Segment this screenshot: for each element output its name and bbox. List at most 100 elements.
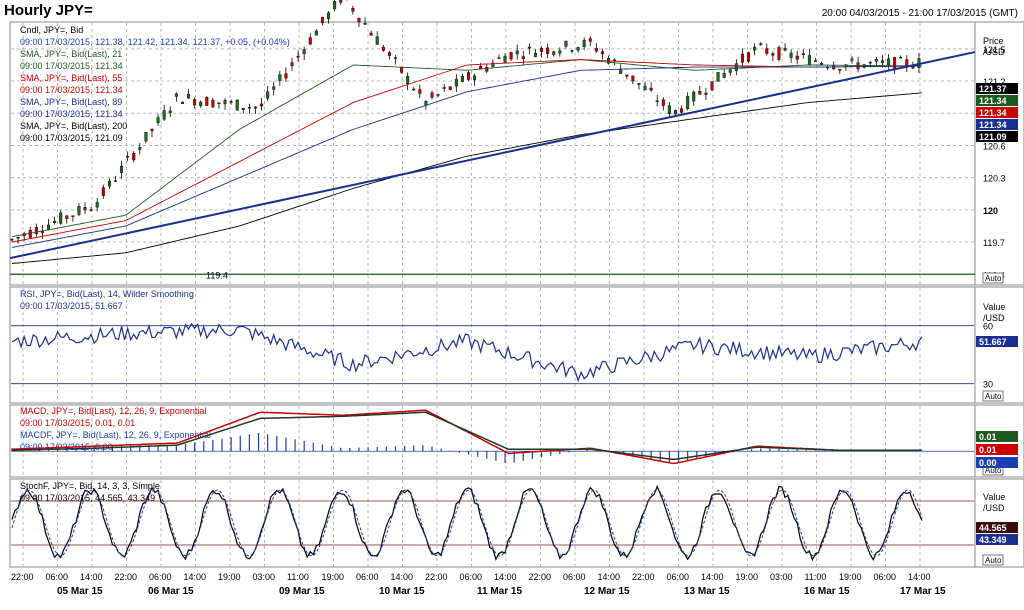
- candle-body: [217, 102, 221, 105]
- candle-body: [187, 94, 191, 99]
- rsi-axis-title: Value: [983, 302, 1005, 312]
- time-tick-label: 03:00: [770, 572, 793, 582]
- candle-body: [765, 48, 769, 54]
- time-tick-label: 19:00: [736, 572, 759, 582]
- candle-body: [467, 72, 471, 80]
- candle-body: [34, 227, 38, 235]
- candle-body: [223, 100, 227, 105]
- candle-body: [211, 99, 215, 108]
- candle-body: [156, 117, 160, 124]
- candle-body: [253, 106, 257, 109]
- candle-body: [199, 101, 203, 106]
- candle-body: [862, 64, 866, 68]
- candle-body: [375, 36, 379, 45]
- candle-body: [162, 110, 166, 120]
- time-tick-label: 22:00: [632, 572, 655, 582]
- candle-body: [637, 83, 641, 85]
- rsi-axis-unit: /USD: [983, 313, 1005, 323]
- candle-body: [460, 76, 464, 82]
- candle-body: [485, 67, 489, 72]
- candle-body: [661, 99, 665, 106]
- candle-body: [381, 46, 385, 51]
- stoch-axis-unit: /USD: [983, 503, 1005, 513]
- candle-body: [649, 87, 653, 91]
- candle-body: [418, 89, 422, 94]
- time-tick-label: 06:00: [460, 572, 483, 582]
- candle-body: [698, 91, 702, 95]
- rsi-panel: [9, 286, 1024, 404]
- date-label: 13 Mar 15: [684, 586, 730, 597]
- time-tick-label: 03:00: [253, 572, 276, 582]
- price-last-value: 121.34: [979, 96, 1007, 106]
- stoch-last-value: 43.349: [979, 535, 1007, 545]
- candle-body: [302, 49, 306, 54]
- candle-body: [515, 50, 519, 55]
- candle-body: [582, 40, 586, 47]
- candle-body: [600, 51, 604, 55]
- candle-body: [387, 52, 391, 56]
- candle-body: [174, 93, 178, 97]
- price-tick-label: 119.7: [983, 238, 1005, 248]
- candle-body: [65, 215, 69, 219]
- rsi-legend-entry: 09:00 17/03/2015, 51.667: [20, 301, 123, 311]
- candle-body: [126, 156, 130, 158]
- candle-body: [783, 47, 787, 51]
- candle-body: [594, 48, 598, 52]
- price-axis-title: Price: [983, 36, 1004, 46]
- candle-body: [680, 108, 684, 113]
- candle-body: [473, 75, 477, 80]
- candle-body: [83, 207, 87, 211]
- time-tick-label: 19:00: [322, 572, 345, 582]
- candle-body: [266, 91, 270, 99]
- candle-body: [667, 105, 671, 114]
- candle-body: [290, 62, 294, 67]
- candle-body: [771, 53, 775, 56]
- candle-body: [795, 55, 799, 60]
- candle-body: [442, 87, 446, 89]
- price-legend-entry: 09:00 17/03/2015, 121.09: [20, 133, 123, 143]
- price-legend-entry: SMA, JPY=, Bid(Last), 55: [20, 73, 122, 83]
- candle-body: [339, 0, 343, 3]
- candle-body: [789, 52, 793, 58]
- macd-legend-entry: MACDF, JPY=, Bid(Last), 12, 26, 9, Expon…: [20, 430, 211, 440]
- time-tick-label: 22:00: [11, 572, 34, 582]
- candle-body: [740, 53, 744, 63]
- price-legend-entry: SMA, JPY=, Bid(Last), 21: [20, 49, 122, 59]
- candle-body: [887, 58, 891, 66]
- candle-body: [138, 147, 142, 150]
- candle-body: [132, 152, 136, 161]
- candle-body: [113, 180, 117, 182]
- candle-body: [777, 47, 781, 60]
- price-tick-label: 120.6: [983, 141, 1006, 151]
- candle-body: [509, 52, 513, 60]
- candle-body: [229, 101, 233, 103]
- candle-body: [503, 56, 507, 63]
- candle-body: [613, 59, 617, 62]
- rsi-last-value: 51.667: [979, 337, 1007, 347]
- candle-body: [527, 46, 531, 49]
- candle-body: [850, 58, 854, 61]
- macd-legend-entry: MACD, JPY=, Bid(Last), 12, 26, 9, Expone…: [20, 406, 206, 416]
- candle-body: [899, 56, 903, 59]
- date-label: 09 Mar 15: [279, 586, 325, 597]
- time-tick-label: 22:00: [425, 572, 448, 582]
- chart-canvas: 121.5121.2120.9120.6120.3120119.7119.4Pr…: [9, 0, 1024, 597]
- time-tick-label: 14:00: [598, 572, 621, 582]
- macd-last-value: 0.00: [979, 458, 997, 468]
- candle-body: [546, 47, 550, 54]
- price-last-value: 121.37: [979, 84, 1007, 94]
- macd-last-value: 0.01: [979, 445, 997, 455]
- candle-body: [838, 69, 842, 71]
- candle-body: [813, 60, 817, 62]
- date-label: 06 Mar 15: [148, 586, 194, 597]
- candle-body: [625, 74, 629, 77]
- rsi-tick-label: 60: [983, 322, 993, 332]
- price-last-value: 121.09: [979, 132, 1007, 142]
- stoch-auto-label: Auto: [985, 556, 1002, 565]
- price-last-value: 121.34: [979, 108, 1007, 118]
- candle-body: [327, 12, 331, 20]
- price-legend-entry: 09:00 17/03/2015, 121.34: [20, 109, 123, 119]
- candle-body: [558, 50, 562, 54]
- candle-body: [101, 187, 105, 196]
- candle-body: [369, 32, 373, 36]
